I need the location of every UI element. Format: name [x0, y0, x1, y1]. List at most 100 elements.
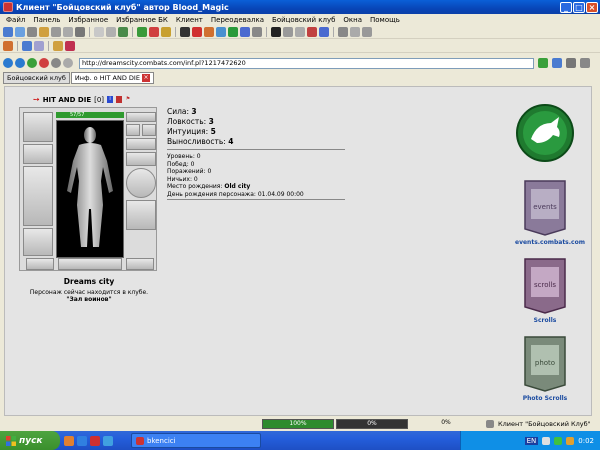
- menu-favorites-bk[interactable]: Избранное БК: [112, 16, 172, 24]
- ie-icon[interactable]: [77, 435, 87, 446]
- search-icon[interactable]: [552, 58, 562, 68]
- tray-network-icon[interactable]: [554, 436, 563, 445]
- bookmark-icon[interactable]: [63, 58, 73, 68]
- world-icon[interactable]: [118, 27, 128, 37]
- shield-icon[interactable]: [63, 27, 73, 37]
- svg-text:scrolls: scrolls: [534, 281, 556, 289]
- stats-block: Сила: 3 Ловкость: 3 Интуиция: 5 Вынослив…: [167, 107, 233, 147]
- legs-slot[interactable]: [126, 258, 154, 270]
- stop-nav-icon[interactable]: [39, 58, 49, 68]
- drop-icon[interactable]: [240, 27, 250, 37]
- menu-client[interactable]: Клиент: [172, 16, 207, 24]
- shield-slot[interactable]: [126, 168, 156, 198]
- boots-slot[interactable]: [126, 200, 156, 230]
- arrow-icon[interactable]: [22, 41, 32, 51]
- bell-icon[interactable]: [161, 27, 171, 37]
- rocket-icon[interactable]: [3, 41, 13, 51]
- chat-icon[interactable]: [106, 27, 116, 37]
- sword-icon[interactable]: [51, 27, 61, 37]
- stat-row: Ловкость: 3: [167, 117, 214, 126]
- potion-icon[interactable]: [216, 27, 226, 37]
- character-header: ➙ HIT AND DIE [0] i ⚑: [33, 95, 131, 104]
- lock-icon[interactable]: [362, 27, 372, 37]
- start-button[interactable]: пуск: [0, 431, 60, 450]
- tab-char-info[interactable]: Инф. о HIT AND DIE ×: [70, 72, 154, 84]
- shield-blue-icon[interactable]: [319, 27, 329, 37]
- leaf-icon[interactable]: [228, 27, 238, 37]
- home-icon[interactable]: [3, 27, 13, 37]
- photo-scrolls-link[interactable]: photo Photo Scrolls: [515, 335, 575, 402]
- shield-red-icon[interactable]: [307, 27, 317, 37]
- belt-slot[interactable]: [26, 258, 54, 270]
- amulet-slot[interactable]: [126, 112, 156, 122]
- close-icon[interactable]: ×: [141, 74, 150, 82]
- heart-icon[interactable]: [192, 27, 202, 37]
- stop-icon[interactable]: [149, 27, 159, 37]
- minimize-button[interactable]: _: [560, 1, 572, 13]
- url-input[interactable]: [79, 57, 534, 69]
- user-icon[interactable]: [15, 27, 25, 37]
- menu-windows[interactable]: Окна: [339, 16, 366, 24]
- forward-icon[interactable]: [15, 58, 25, 68]
- stat-row: Сила: 3: [167, 107, 197, 116]
- menu-favorites[interactable]: Избранное: [64, 16, 112, 24]
- menu-fight-club[interactable]: Бойцовский клуб: [268, 16, 339, 24]
- mail-icon[interactable]: [94, 27, 104, 37]
- scrolls-link[interactable]: scrolls Scrolls: [515, 257, 575, 324]
- ring-slot-2[interactable]: [142, 124, 156, 136]
- bracers-slot[interactable]: [23, 144, 53, 164]
- tools-icon[interactable]: [75, 27, 85, 37]
- info-icon[interactable]: [350, 27, 360, 37]
- maximize-button[interactable]: □: [573, 1, 585, 13]
- messenger-icon[interactable]: [103, 435, 113, 446]
- chart-icon[interactable]: [252, 27, 262, 37]
- close-button[interactable]: ×: [586, 1, 598, 13]
- info-row: Побед: 0: [167, 160, 195, 168]
- settings-icon[interactable]: [566, 58, 576, 68]
- tab-fight-club[interactable]: Бойцовский клуб: [3, 72, 70, 84]
- flag-icon: ⚑: [125, 96, 131, 102]
- info-badge-icon[interactable]: i: [107, 96, 114, 103]
- windows-logo-icon: [6, 435, 16, 446]
- language-indicator[interactable]: EN: [524, 436, 539, 445]
- key-icon[interactable]: [338, 27, 348, 37]
- tray-icon[interactable]: [542, 436, 551, 445]
- brand-logo[interactable]: [515, 103, 575, 165]
- opera-icon[interactable]: [90, 435, 100, 446]
- home-nav-icon[interactable]: [51, 58, 61, 68]
- gift-icon[interactable]: [65, 41, 75, 51]
- pockets-slot[interactable]: [58, 258, 122, 270]
- cart-icon[interactable]: [53, 41, 63, 51]
- armor-slot[interactable]: [23, 228, 53, 256]
- firefox-icon[interactable]: [64, 435, 74, 446]
- menu-help[interactable]: Помощь: [366, 16, 404, 24]
- events-link[interactable]: events events.combats.com: [515, 179, 585, 246]
- fire-icon[interactable]: [204, 27, 214, 37]
- scissors-icon[interactable]: [34, 41, 44, 51]
- cross-icon[interactable]: [295, 27, 305, 37]
- refresh-icon[interactable]: [137, 27, 147, 37]
- ring-slot-1[interactable]: [126, 124, 140, 136]
- crossed-swords-icon[interactable]: [283, 27, 293, 37]
- earrings-slot[interactable]: [126, 152, 156, 166]
- menu-panel[interactable]: Панель: [29, 16, 64, 24]
- taskbar-window-button[interactable]: bkencici: [131, 433, 261, 448]
- go-icon[interactable]: [538, 58, 548, 68]
- back-icon[interactable]: [3, 58, 13, 68]
- tray-volume-icon[interactable]: [566, 436, 575, 445]
- menu-file[interactable]: Файл: [2, 16, 29, 24]
- reload-icon[interactable]: [27, 58, 37, 68]
- bomb-icon[interactable]: [180, 27, 190, 37]
- events-label[interactable]: events.combats.com: [515, 239, 585, 246]
- gloves-slot[interactable]: [126, 138, 156, 150]
- scrolls-label[interactable]: Scrolls: [515, 317, 575, 324]
- map-icon[interactable]: [39, 27, 49, 37]
- start-label: пуск: [19, 435, 43, 446]
- weapon-slot[interactable]: [23, 166, 53, 226]
- helmet-slot[interactable]: [23, 112, 53, 142]
- photo-scrolls-label[interactable]: Photo Scrolls: [515, 395, 575, 402]
- close-tab-icon[interactable]: [580, 58, 590, 68]
- yinyang-icon[interactable]: [271, 27, 281, 37]
- gear-icon[interactable]: [27, 27, 37, 37]
- menu-dressing[interactable]: Переодевалка: [207, 16, 268, 24]
